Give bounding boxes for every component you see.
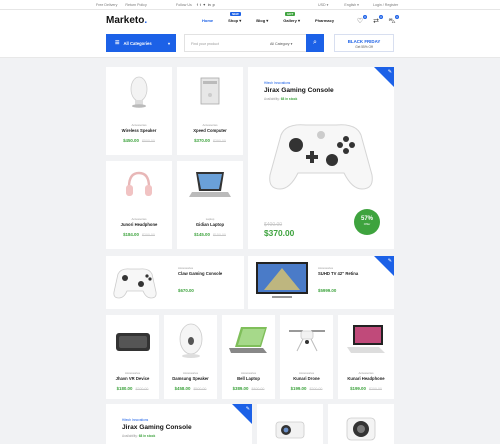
category-select[interactable]: All Category ▾: [270, 42, 292, 46]
discount-badge: 57% Offer: [354, 209, 380, 235]
tv-icon: [256, 262, 308, 298]
main-nav: Home NEW Shop ▾ Blog ▾ HOT Gallery ▾ Pharm…: [202, 12, 349, 23]
all-categories-button[interactable]: ☰ All Categories ▾: [106, 34, 176, 52]
search-band: ☰ All Categories ▾ Find your product All…: [0, 32, 500, 58]
nav-gallery[interactable]: HOT Gallery ▾: [283, 12, 300, 23]
linkedin-icon[interactable]: in: [208, 3, 211, 7]
product-card[interactable]: [257, 404, 323, 444]
product-card[interactable]: ✎ Accessories SUHD TV 42" Retina $5999.0…: [248, 256, 394, 309]
nav-shop[interactable]: NEW Shop ▾: [228, 12, 241, 23]
headphone-icon: [126, 171, 152, 196]
hot-badge: HOT: [285, 12, 296, 16]
vr-icon: [115, 333, 150, 351]
product-card[interactable]: Accessories Wireless Speaker $450.00 $500…: [106, 67, 172, 155]
nav-pharmacy[interactable]: Pharmacy: [315, 18, 334, 23]
speaker-icon: [179, 323, 202, 358]
facebook-icon[interactable]: f: [197, 3, 198, 7]
tablet-icon: [347, 325, 385, 353]
black-friday-promo[interactable]: BLACK FRIDAY Get 55% Off: [334, 34, 394, 52]
nav-home[interactable]: Home: [202, 18, 213, 23]
search-icon: ⌕: [313, 39, 317, 46]
product-card[interactable]: Accessories Kunari Headphone $199.00 $200…: [338, 315, 394, 399]
chevron-down-icon: ▾: [167, 40, 170, 46]
pencil-icon: ✎: [387, 69, 392, 75]
language-select[interactable]: English ▾: [344, 3, 359, 7]
edit-corner[interactable]: ✎: [374, 67, 394, 87]
drone-icon: [288, 330, 325, 352]
pencil-icon: ✎: [245, 406, 250, 412]
wishlist-icon[interactable]: ♡ 0: [355, 15, 367, 26]
top-bar: Free Delivery Return Policy Follow Us f …: [0, 0, 500, 10]
cart-count: 0: [395, 15, 399, 19]
featured-product-card[interactable]: ✎ Hitech Innovations Jirax Gaming Consol…: [106, 404, 252, 444]
computer-icon: [200, 77, 220, 105]
laptop-icon: [228, 327, 267, 353]
projector-icon: [275, 421, 305, 439]
login-register-link[interactable]: Login / Register: [373, 3, 398, 7]
nav-blog[interactable]: Blog ▾: [256, 18, 268, 23]
product-card[interactable]: Accessories Claw Gaming Console $670.00: [106, 256, 244, 309]
search-input[interactable]: Find your product All Category ▾: [184, 34, 324, 52]
pencil-icon: ✎: [387, 258, 392, 264]
follow-us-label: Follow Us: [176, 3, 192, 7]
logo[interactable]: Marketo.: [106, 15, 147, 26]
instagram-icon[interactable]: ✦: [203, 3, 206, 7]
product-card[interactable]: Accessories Bell Laptop $389.00 $400.00: [222, 315, 275, 399]
compare-count: 0: [379, 15, 383, 19]
main-header: Marketo. Home NEW Shop ▾ Blog ▾ HOT Galler…: [0, 10, 500, 32]
free-delivery-link[interactable]: Free Delivery: [96, 3, 117, 7]
new-badge: NEW: [230, 12, 241, 16]
laptop-icon: [189, 172, 231, 197]
product-card[interactable]: Laptop Gidian Laptop $145.00 $150.00: [177, 161, 243, 249]
product-card[interactable]: [328, 404, 394, 444]
product-card[interactable]: Accessories Kunari Drone $199.00 $200.00: [280, 315, 333, 399]
cart-icon[interactable]: ⛍ 0: [387, 15, 399, 26]
wishlist-count: 0: [363, 15, 367, 19]
featured-product-card[interactable]: ✎ Hitech Innovations Jirax Gaming Consol…: [248, 67, 394, 249]
menu-icon: ☰: [115, 40, 120, 46]
edit-corner[interactable]: ✎: [232, 404, 252, 424]
speaker-icon: [130, 76, 148, 108]
product-card[interactable]: Accessories Jhavn VR Device $180.00 $200.…: [106, 315, 159, 399]
gamepad-icon: [113, 268, 157, 299]
product-card[interactable]: Accessories Junori Headphone $184.00 $200…: [106, 161, 172, 249]
product-card[interactable]: Accessories Damsung Speaker $458.00 $500.…: [164, 315, 217, 399]
product-card[interactable]: Accessories Xpeed Computer $370.00 $390.0…: [177, 67, 243, 155]
search-button[interactable]: ⌕: [306, 34, 324, 52]
game-controller-image: [269, 124, 373, 190]
pinterest-icon[interactable]: p: [213, 3, 215, 7]
return-policy-link[interactable]: Return Policy: [125, 3, 146, 7]
compare-icon[interactable]: ⇄ 0: [371, 15, 383, 26]
camera-icon: [346, 417, 376, 441]
twitter-icon[interactable]: t: [200, 3, 201, 7]
currency-select[interactable]: USD ▾: [318, 3, 328, 7]
